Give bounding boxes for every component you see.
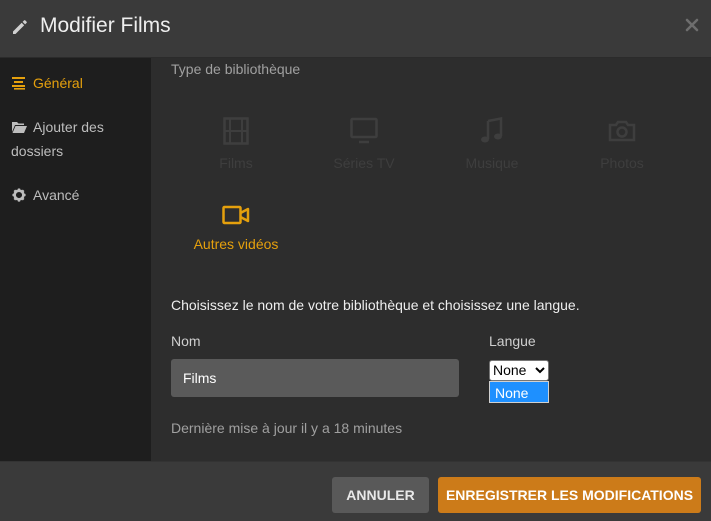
language-option-none[interactable]: None — [489, 381, 549, 403]
film-icon — [223, 117, 249, 145]
library-type-label-tv: Séries TV — [333, 155, 395, 171]
last-update-text: Dernière mise à jour il y a 18 minutes — [171, 420, 403, 436]
language-label: Langue — [489, 333, 536, 349]
library-type-label-films: Films — [219, 155, 253, 171]
list-icon — [12, 77, 25, 90]
music-icon — [481, 117, 503, 143]
name-label: Nom — [171, 333, 201, 349]
library-type-photos[interactable]: Photos — [567, 117, 677, 171]
library-type-music[interactable]: Musique — [437, 117, 547, 171]
camera-icon — [608, 120, 636, 142]
chevron-down-icon — [535, 367, 545, 374]
sidebar-item-label: Avancé — [33, 187, 80, 203]
edit-library-dialog: Modifier Films Général Ajouter des dossi… — [0, 0, 711, 521]
library-name-input[interactable] — [171, 359, 459, 397]
dialog-footer: ANNULER ENREGISTRER LES MODIFICATIONS — [0, 461, 711, 521]
sidebar-item-add-folders[interactable]: Ajouter des dossiers — [11, 115, 131, 163]
library-type-label: Type de bibliothèque — [171, 61, 301, 77]
close-icon[interactable] — [683, 16, 701, 34]
library-type-films[interactable]: Films — [181, 117, 291, 171]
gear-icon — [12, 188, 26, 202]
library-type-other-videos[interactable]: Autres vidéos — [181, 204, 291, 252]
sidebar-item-advanced[interactable]: Avancé — [11, 183, 79, 207]
dialog-title: Modifier Films — [40, 14, 171, 37]
main-panel: Type de bibliothèque Films Séries TV Mus… — [151, 58, 711, 461]
language-select[interactable]: None — [489, 360, 549, 381]
instructions-text: Choisissez le nom de votre bibliothèque … — [171, 297, 580, 313]
save-changes-button[interactable]: ENREGISTRER LES MODIFICATIONS — [438, 477, 701, 513]
dialog-header: Modifier Films — [0, 0, 711, 58]
sidebar-item-label: Général — [33, 75, 83, 91]
sidebar-item-general[interactable]: Général — [11, 71, 83, 95]
video-camera-icon — [222, 205, 250, 225]
tv-icon — [350, 117, 378, 144]
language-selected-value: None — [493, 362, 527, 378]
pencil-icon — [13, 20, 27, 34]
library-type-tv-series[interactable]: Séries TV — [309, 117, 419, 171]
library-type-label-photos: Photos — [600, 155, 644, 171]
library-type-label-music: Musique — [465, 155, 519, 171]
cancel-button[interactable]: ANNULER — [332, 477, 429, 513]
sidebar: Général Ajouter des dossiers Avancé — [0, 58, 151, 461]
folder-open-icon — [12, 122, 27, 133]
library-type-label-other: Autres vidéos — [193, 236, 279, 252]
